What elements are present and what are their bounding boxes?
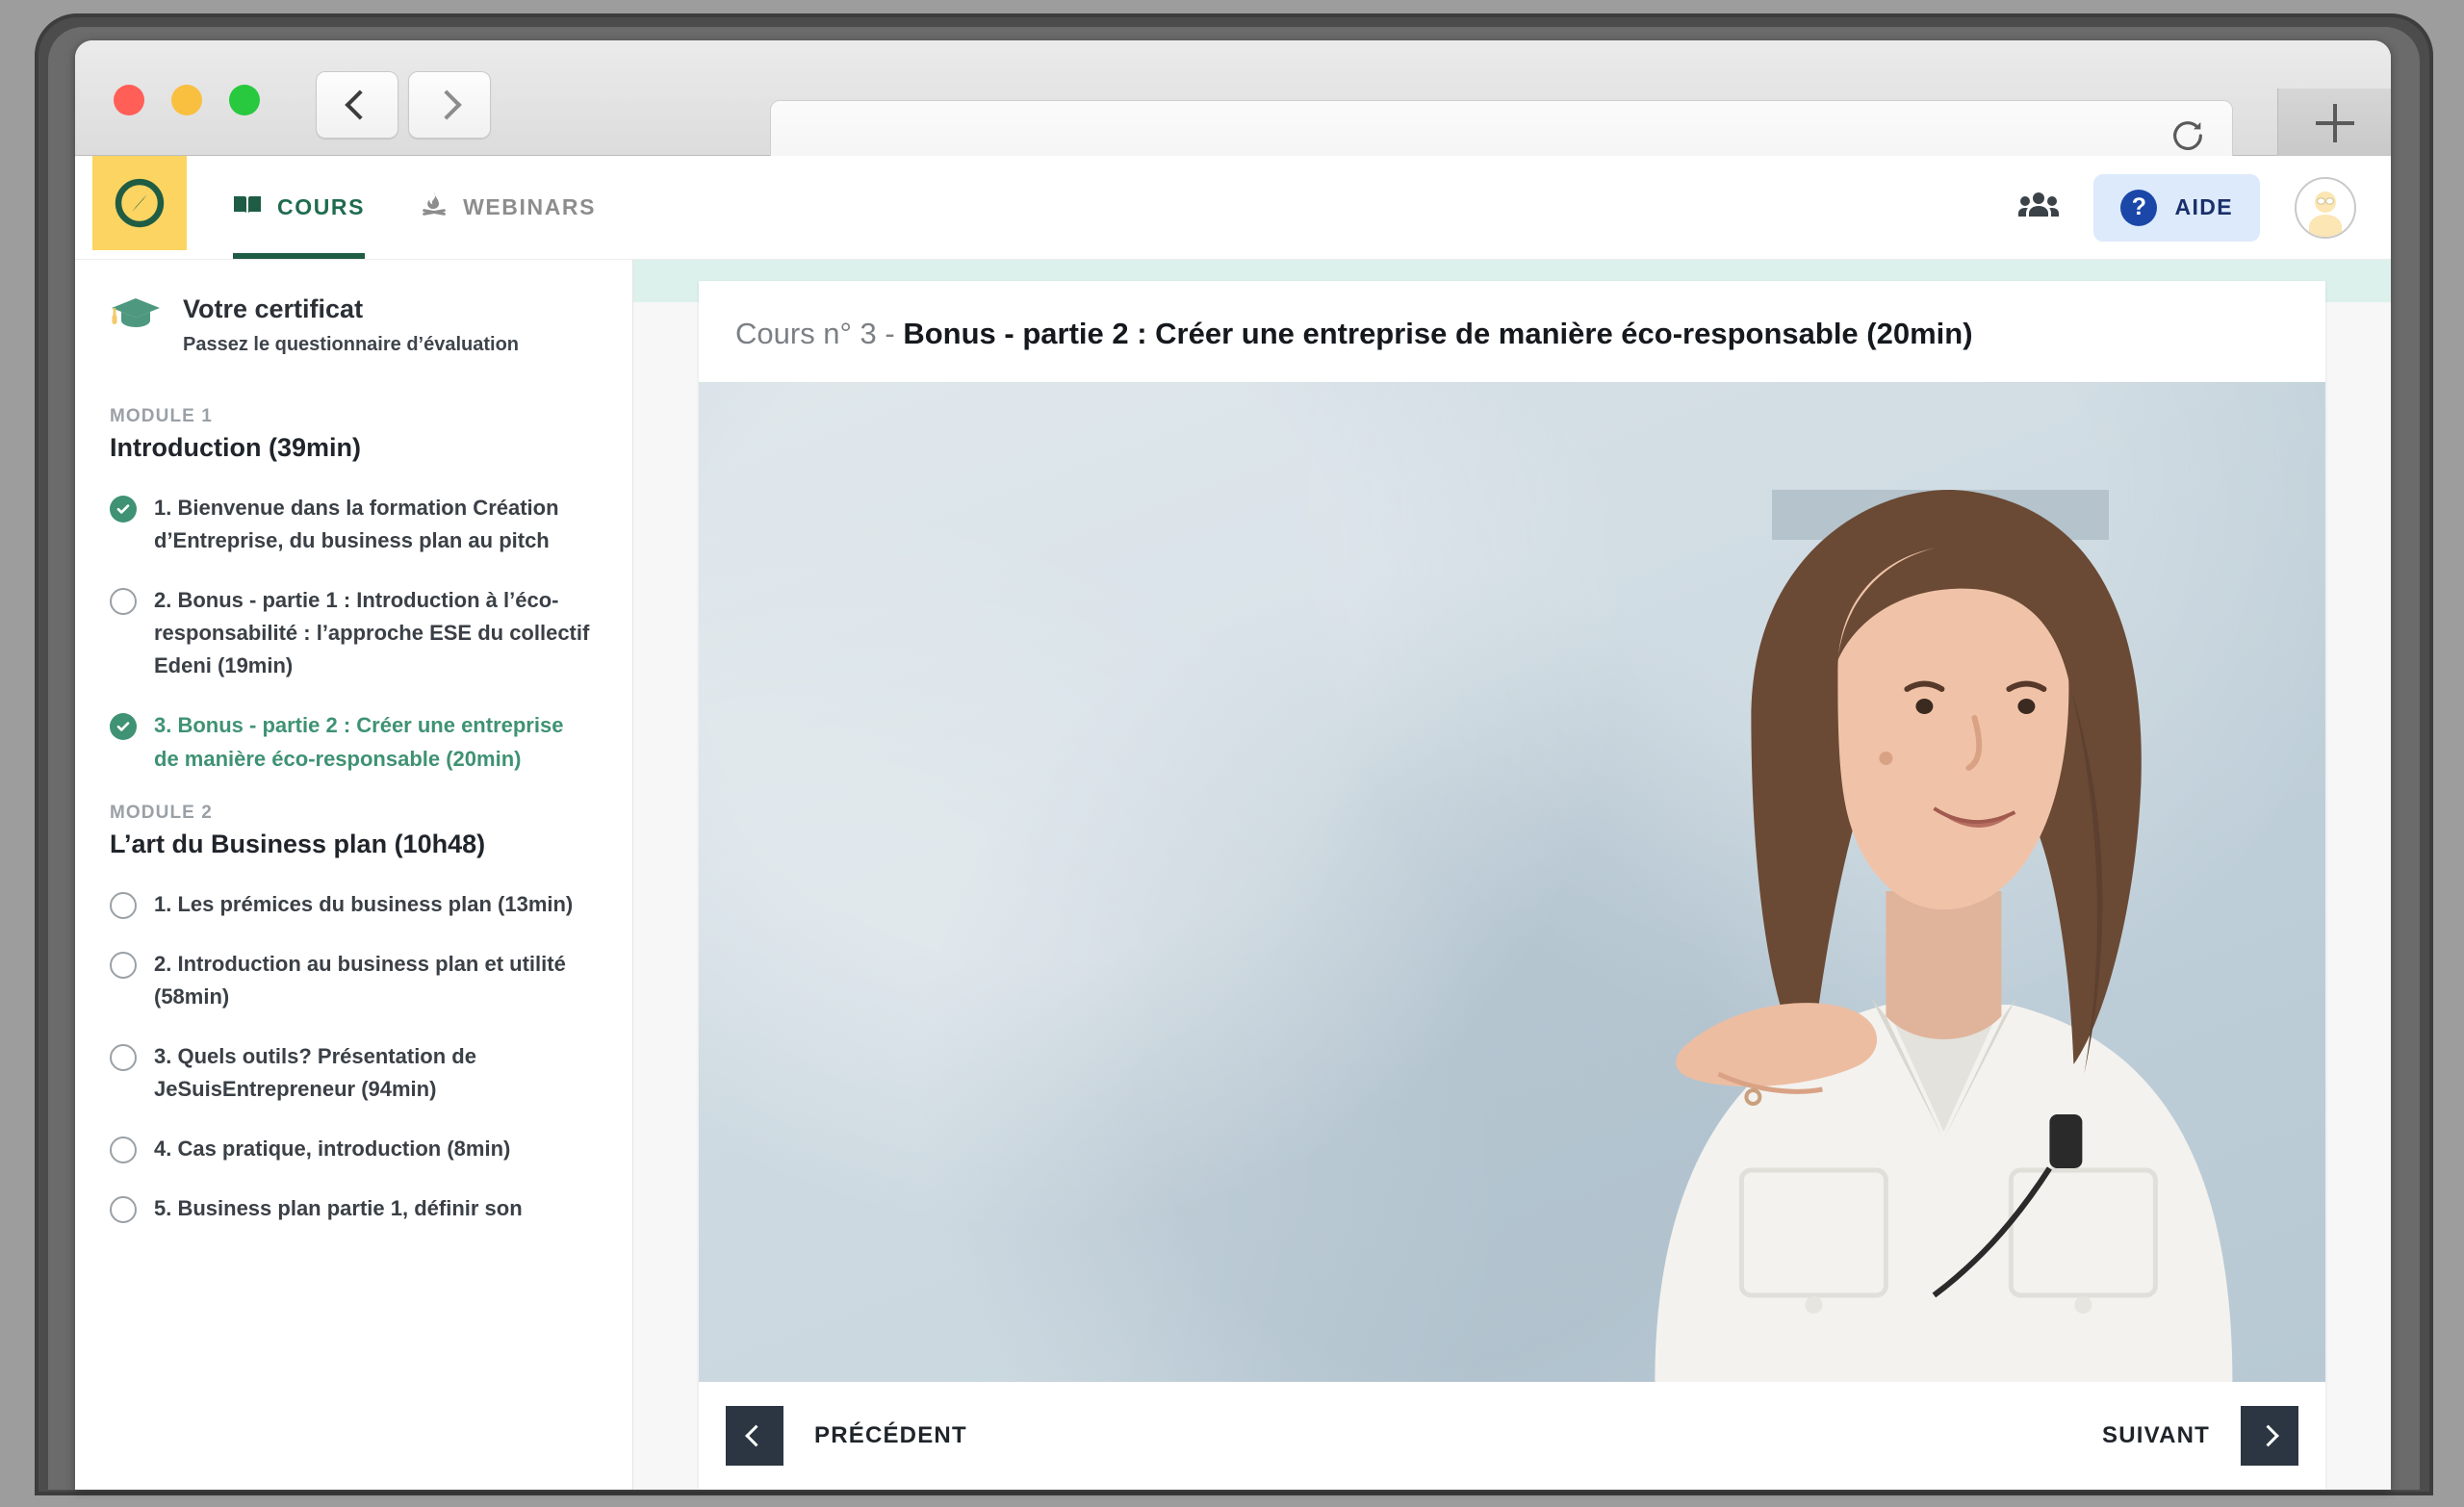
module-block: MODULE 1 Introduction (39min) 1. Bienvenue… bbox=[110, 406, 590, 776]
previous-lesson-group[interactable]: PRÉCÉDENT bbox=[726, 1406, 967, 1466]
lesson-label: 1. Bienvenue dans la formation Création … bbox=[154, 496, 559, 553]
module-block: MODULE 2 L’art du Business plan (10h48) 1.… bbox=[110, 803, 590, 1226]
avatar[interactable] bbox=[2295, 176, 2356, 239]
back-button[interactable] bbox=[316, 71, 398, 139]
certificate-subtitle: Passez le questionnaire d’évaluation bbox=[183, 334, 520, 355]
lesson-item[interactable]: 1. Bienvenue dans la formation Création … bbox=[110, 492, 590, 557]
lesson-item[interactable]: 5. Business plan partie 1, définir son bbox=[110, 1192, 590, 1225]
next-label: SUIVANT bbox=[2102, 1422, 2210, 1448]
community-icon[interactable] bbox=[2018, 191, 2060, 224]
browser-nav-buttons bbox=[316, 71, 491, 139]
chevron-left-icon bbox=[745, 1424, 767, 1447]
tab-cours-label: COURS bbox=[277, 194, 366, 219]
lesson-incomplete-icon bbox=[110, 1043, 137, 1071]
module-title: Introduction (39min) bbox=[110, 433, 361, 462]
device-bezel: COURS WEBINARS ? AIDE Votre certificat P… bbox=[0, 0, 2464, 1507]
help-button[interactable]: ? AIDE bbox=[2093, 173, 2260, 242]
lesson-complete-check-icon bbox=[110, 496, 137, 523]
lesson-label: 2. Introduction au business plan et util… bbox=[154, 951, 566, 1009]
lesson-label: 3. Quels outils? Présentation de JeSuisE… bbox=[154, 1043, 476, 1102]
compass-logo[interactable] bbox=[92, 156, 187, 250]
reload-icon[interactable] bbox=[2169, 116, 2207, 155]
tab-webinars-label: WEBINARS bbox=[463, 194, 597, 219]
lesson-item[interactable]: 4. Cas pratique, introduction (8min) bbox=[110, 1133, 590, 1165]
next-button[interactable] bbox=[2241, 1406, 2298, 1466]
lesson-label: 3. Bonus - partie 2 : Créer une entrepri… bbox=[154, 713, 564, 771]
book-icon bbox=[233, 193, 262, 222]
lesson-incomplete-icon bbox=[110, 1196, 137, 1224]
lesson-item[interactable]: 3. Quels outils? Présentation de JeSuisE… bbox=[110, 1040, 590, 1106]
module-kicker: MODULE 2 bbox=[110, 802, 213, 823]
lesson-item[interactable]: 3. Bonus - partie 2 : Créer une entrepri… bbox=[110, 709, 590, 775]
chevron-right-icon bbox=[2257, 1424, 2279, 1447]
lesson-label: 1. Les prémices du business plan (13min) bbox=[154, 891, 574, 916]
question-mark-icon: ? bbox=[2120, 189, 2158, 226]
lesson-label: 2. Bonus - partie 1 : Introduction à l’é… bbox=[154, 588, 590, 678]
tab-cours[interactable]: COURS bbox=[233, 156, 366, 259]
graduation-cap-icon bbox=[110, 294, 162, 342]
app-body: Votre certificat Passez le questionnaire… bbox=[75, 260, 2391, 1490]
video-subject bbox=[1655, 490, 2233, 1382]
previous-button[interactable] bbox=[726, 1406, 783, 1466]
previous-label: PRÉCÉDENT bbox=[814, 1422, 967, 1448]
lesson-incomplete-icon bbox=[110, 1137, 137, 1164]
browser-titlebar bbox=[75, 40, 2391, 171]
certificate-title: Votre certificat bbox=[183, 294, 364, 323]
lesson-label: 5. Business plan partie 1, définir son bbox=[154, 1196, 523, 1221]
chevron-right-icon bbox=[431, 89, 462, 120]
module-kicker: MODULE 1 bbox=[110, 406, 213, 426]
campfire-icon bbox=[421, 192, 448, 224]
video-player[interactable] bbox=[699, 381, 2325, 1382]
lesson-item[interactable]: 1. Les prémices du business plan (13min) bbox=[110, 888, 590, 921]
course-number: Cours n° 3 - bbox=[735, 317, 904, 350]
minimize-window-button[interactable] bbox=[171, 85, 202, 115]
app-nav-tabs: COURS WEBINARS bbox=[233, 156, 596, 259]
close-window-button[interactable] bbox=[114, 85, 144, 115]
lesson-item[interactable]: 2. Introduction au business plan et util… bbox=[110, 948, 590, 1013]
lesson-card: Cours n° 3 - Bonus - partie 2 : Créer un… bbox=[699, 281, 2325, 1490]
new-tab-button[interactable] bbox=[2277, 89, 2391, 158]
lesson-label: 4. Cas pratique, introduction (8min) bbox=[154, 1137, 511, 1162]
app-nav-actions: ? AIDE bbox=[2018, 156, 2391, 259]
certificate-block[interactable]: Votre certificat Passez le questionnaire… bbox=[110, 294, 590, 356]
lesson-complete-check-icon bbox=[110, 713, 137, 741]
page-title: Cours n° 3 - Bonus - partie 2 : Créer un… bbox=[699, 281, 2325, 382]
forward-button[interactable] bbox=[408, 71, 491, 139]
chevron-left-icon bbox=[345, 89, 375, 120]
module-list: MODULE 1 Introduction (39min) 1. Bienvenue… bbox=[110, 406, 590, 1225]
course-title-text: Bonus - partie 2 : Créer une entreprise … bbox=[903, 317, 1973, 350]
window-controls bbox=[114, 85, 260, 115]
browser-window: COURS WEBINARS ? AIDE Votre certificat P… bbox=[75, 40, 2391, 1490]
lesson-incomplete-icon bbox=[110, 951, 137, 979]
next-lesson-group[interactable]: SUIVANT bbox=[2102, 1406, 2298, 1466]
course-sidebar[interactable]: Votre certificat Passez le questionnaire… bbox=[75, 260, 633, 1490]
tab-webinars[interactable]: WEBINARS bbox=[421, 156, 596, 259]
plus-icon bbox=[2315, 104, 2354, 142]
lesson-navigation: PRÉCÉDENT SUIVANT bbox=[699, 1382, 2325, 1490]
maximize-window-button[interactable] bbox=[229, 85, 260, 115]
module-title: L’art du Business plan (10h48) bbox=[110, 829, 486, 858]
lesson-incomplete-icon bbox=[110, 891, 137, 919]
course-content: Cours n° 3 - Bonus - partie 2 : Créer un… bbox=[633, 260, 2391, 1490]
lesson-item[interactable]: 2. Bonus - partie 1 : Introduction à l’é… bbox=[110, 584, 590, 682]
app-navbar: COURS WEBINARS ? AIDE bbox=[75, 156, 2391, 260]
lesson-incomplete-icon bbox=[110, 588, 137, 616]
help-button-label: AIDE bbox=[2174, 194, 2233, 219]
